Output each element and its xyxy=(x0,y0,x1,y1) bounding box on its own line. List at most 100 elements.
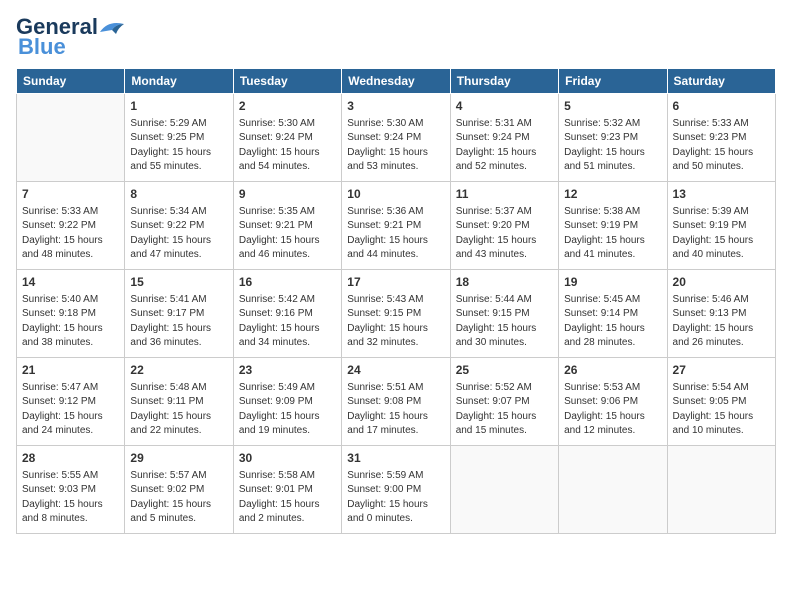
day-info: Sunrise: 5:34 AM Sunset: 9:22 PM Dayligh… xyxy=(130,205,227,263)
day-info: Sunrise: 5:38 AM Sunset: 9:19 PM Dayligh… xyxy=(564,205,661,263)
day-info: Sunrise: 5:49 AM Sunset: 9:09 PM Dayligh… xyxy=(239,381,336,439)
day-info: Sunrise: 5:30 AM Sunset: 9:24 PM Dayligh… xyxy=(347,117,444,175)
calendar-day: 29 Sunrise: 5:57 AM Sunset: 9:02 PM Dayli… xyxy=(125,446,233,534)
calendar-day: 3 Sunrise: 5:30 AM Sunset: 9:24 PM Daylig… xyxy=(342,94,450,182)
calendar-day: 9 Sunrise: 5:35 AM Sunset: 9:21 PM Daylig… xyxy=(233,182,341,270)
day-info: Sunrise: 5:59 AM Sunset: 9:00 PM Dayligh… xyxy=(347,469,444,527)
day-info: Sunrise: 5:37 AM Sunset: 9:20 PM Dayligh… xyxy=(456,205,553,263)
day-info: Sunrise: 5:51 AM Sunset: 9:08 PM Dayligh… xyxy=(347,381,444,439)
day-number: 22 xyxy=(130,362,227,379)
day-number: 25 xyxy=(456,362,553,379)
calendar-day xyxy=(17,94,125,182)
calendar-day: 5Sunrise: 5:32 AM Sunset: 9:23 PM Daylig… xyxy=(559,94,667,182)
day-info: Sunrise: 5:40 AM Sunset: 9:18 PM Dayligh… xyxy=(22,293,119,351)
day-number: 11 xyxy=(456,186,553,203)
calendar-day xyxy=(450,446,558,534)
day-info: Sunrise: 5:35 AM Sunset: 9:21 PM Dayligh… xyxy=(239,205,336,263)
day-info: Sunrise: 5:52 AM Sunset: 9:07 PM Dayligh… xyxy=(456,381,553,439)
day-info: Sunrise: 5:43 AM Sunset: 9:15 PM Dayligh… xyxy=(347,293,444,351)
day-info: Sunrise: 5:54 AM Sunset: 9:05 PM Dayligh… xyxy=(673,381,770,439)
day-number: 2 xyxy=(239,98,336,115)
day-info: Sunrise: 5:29 AM Sunset: 9:25 PM Dayligh… xyxy=(130,117,227,175)
day-number: 20 xyxy=(673,274,770,291)
day-number: 24 xyxy=(347,362,444,379)
day-info: Sunrise: 5:57 AM Sunset: 9:02 PM Dayligh… xyxy=(130,469,227,527)
day-info: Sunrise: 5:45 AM Sunset: 9:14 PM Dayligh… xyxy=(564,293,661,351)
day-number: 8 xyxy=(130,186,227,203)
day-number: 27 xyxy=(673,362,770,379)
calendar-header-wednesday: Wednesday xyxy=(342,69,450,94)
calendar-day: 12 Sunrise: 5:38 AM Sunset: 9:19 PM Dayli… xyxy=(559,182,667,270)
day-number: 12 xyxy=(564,186,661,203)
calendar-week-5: 28Sunrise: 5:55 AM Sunset: 9:03 PM Dayli… xyxy=(17,446,776,534)
day-info: Sunrise: 5:41 AM Sunset: 9:17 PM Dayligh… xyxy=(130,293,227,351)
day-info: Sunrise: 5:31 AM Sunset: 9:24 PM Dayligh… xyxy=(456,117,553,175)
day-info: Sunrise: 5:47 AM Sunset: 9:12 PM Dayligh… xyxy=(22,381,119,439)
day-number: 7 xyxy=(22,186,119,203)
day-number: 18 xyxy=(456,274,553,291)
calendar-day: 18 Sunrise: 5:44 AM Sunset: 9:15 PM Dayli… xyxy=(450,270,558,358)
calendar-header-saturday: Saturday xyxy=(667,69,775,94)
logo-blue: Blue xyxy=(18,34,66,60)
calendar-header-monday: Monday xyxy=(125,69,233,94)
day-number: 10 xyxy=(347,186,444,203)
calendar-day: 28Sunrise: 5:55 AM Sunset: 9:03 PM Dayli… xyxy=(17,446,125,534)
calendar-header-sunday: Sunday xyxy=(17,69,125,94)
day-number: 15 xyxy=(130,274,227,291)
logo: General Blue xyxy=(16,16,126,60)
calendar-header-row: SundayMondayTuesdayWednesdayThursdayFrid… xyxy=(17,69,776,94)
calendar-table: SundayMondayTuesdayWednesdayThursdayFrid… xyxy=(16,68,776,534)
day-info: Sunrise: 5:33 AM Sunset: 9:22 PM Dayligh… xyxy=(22,205,119,263)
day-info: Sunrise: 5:53 AM Sunset: 9:06 PM Dayligh… xyxy=(564,381,661,439)
day-number: 16 xyxy=(239,274,336,291)
day-number: 6 xyxy=(673,98,770,115)
day-number: 4 xyxy=(456,98,553,115)
calendar-day: 20 Sunrise: 5:46 AM Sunset: 9:13 PM Dayli… xyxy=(667,270,775,358)
day-number: 14 xyxy=(22,274,119,291)
calendar-day: 15 Sunrise: 5:41 AM Sunset: 9:17 PM Dayli… xyxy=(125,270,233,358)
day-number: 23 xyxy=(239,362,336,379)
calendar-day: 7 Sunrise: 5:33 AM Sunset: 9:22 PM Daylig… xyxy=(17,182,125,270)
calendar-day: 21 Sunrise: 5:47 AM Sunset: 9:12 PM Dayli… xyxy=(17,358,125,446)
calendar-day: 2 Sunrise: 5:30 AM Sunset: 9:24 PM Daylig… xyxy=(233,94,341,182)
calendar-day: 27 Sunrise: 5:54 AM Sunset: 9:05 PM Dayli… xyxy=(667,358,775,446)
day-number: 17 xyxy=(347,274,444,291)
day-info: Sunrise: 5:55 AM Sunset: 9:03 PM Dayligh… xyxy=(22,469,119,527)
page-header: General Blue xyxy=(16,16,776,60)
logo-bird-icon xyxy=(98,16,126,38)
day-info: Sunrise: 5:48 AM Sunset: 9:11 PM Dayligh… xyxy=(130,381,227,439)
day-number: 13 xyxy=(673,186,770,203)
day-number: 19 xyxy=(564,274,661,291)
calendar-day: 16 Sunrise: 5:42 AM Sunset: 9:16 PM Dayli… xyxy=(233,270,341,358)
calendar-header-thursday: Thursday xyxy=(450,69,558,94)
day-info: Sunrise: 5:39 AM Sunset: 9:19 PM Dayligh… xyxy=(673,205,770,263)
day-number: 29 xyxy=(130,450,227,467)
calendar-week-3: 14 Sunrise: 5:40 AM Sunset: 9:18 PM Dayli… xyxy=(17,270,776,358)
calendar-day xyxy=(667,446,775,534)
day-info: Sunrise: 5:30 AM Sunset: 9:24 PM Dayligh… xyxy=(239,117,336,175)
calendar-day: 25 Sunrise: 5:52 AM Sunset: 9:07 PM Dayli… xyxy=(450,358,558,446)
day-info: Sunrise: 5:33 AM Sunset: 9:23 PM Dayligh… xyxy=(673,117,770,175)
day-info: Sunrise: 5:42 AM Sunset: 9:16 PM Dayligh… xyxy=(239,293,336,351)
calendar-day: 19 Sunrise: 5:45 AM Sunset: 9:14 PM Dayli… xyxy=(559,270,667,358)
calendar-day: 11 Sunrise: 5:37 AM Sunset: 9:20 PM Dayli… xyxy=(450,182,558,270)
calendar-day xyxy=(559,446,667,534)
day-number: 21 xyxy=(22,362,119,379)
day-info: Sunrise: 5:46 AM Sunset: 9:13 PM Dayligh… xyxy=(673,293,770,351)
calendar-day: 31 Sunrise: 5:59 AM Sunset: 9:00 PM Dayli… xyxy=(342,446,450,534)
day-number: 3 xyxy=(347,98,444,115)
day-number: 9 xyxy=(239,186,336,203)
calendar-day: 23 Sunrise: 5:49 AM Sunset: 9:09 PM Dayli… xyxy=(233,358,341,446)
calendar-day: 6 Sunrise: 5:33 AM Sunset: 9:23 PM Daylig… xyxy=(667,94,775,182)
calendar-day: 14 Sunrise: 5:40 AM Sunset: 9:18 PM Dayli… xyxy=(17,270,125,358)
calendar-day: 1 Sunrise: 5:29 AM Sunset: 9:25 PM Daylig… xyxy=(125,94,233,182)
day-number: 1 xyxy=(130,98,227,115)
calendar-header-friday: Friday xyxy=(559,69,667,94)
calendar-day: 22 Sunrise: 5:48 AM Sunset: 9:11 PM Dayli… xyxy=(125,358,233,446)
calendar-day: 13 Sunrise: 5:39 AM Sunset: 9:19 PM Dayli… xyxy=(667,182,775,270)
day-info: Sunrise: 5:36 AM Sunset: 9:21 PM Dayligh… xyxy=(347,205,444,263)
calendar-week-1: 1 Sunrise: 5:29 AM Sunset: 9:25 PM Daylig… xyxy=(17,94,776,182)
day-info: Sunrise: 5:44 AM Sunset: 9:15 PM Dayligh… xyxy=(456,293,553,351)
calendar-day: 17 Sunrise: 5:43 AM Sunset: 9:15 PM Dayli… xyxy=(342,270,450,358)
day-number: 31 xyxy=(347,450,444,467)
